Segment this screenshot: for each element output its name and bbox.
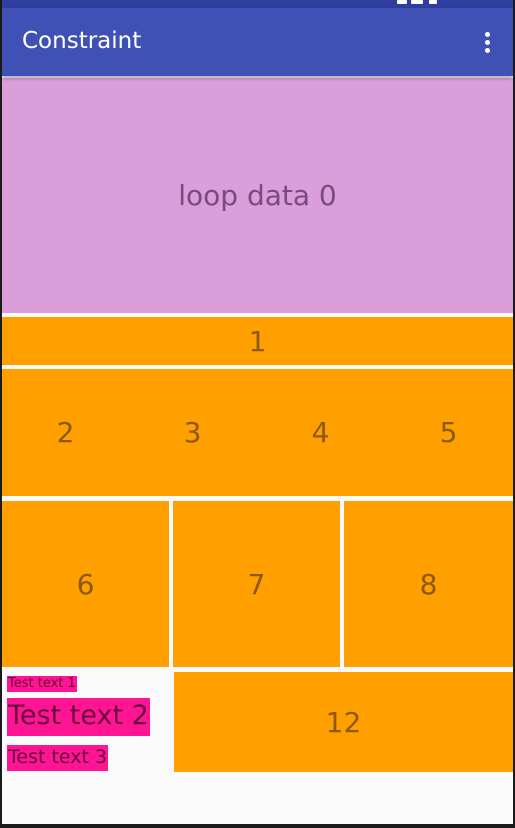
app-screen: Constraint loop data 0 1 2 3 4 5 6 7 8 T… [2, 0, 513, 828]
signal-icon [411, 0, 423, 4]
battery-icon [429, 0, 437, 4]
more-vert-icon[interactable] [477, 30, 497, 56]
test-text-3: Test text 3 [7, 745, 109, 771]
cell-8: 8 [344, 501, 513, 667]
wifi-icon [397, 0, 407, 4]
cell-4: 4 [257, 369, 384, 496]
loop-data-block: loop data 0 [2, 78, 513, 313]
cell-3: 3 [129, 369, 256, 496]
app-bar: Constraint [2, 8, 513, 76]
cell-1: 1 [2, 317, 513, 365]
cell-7-label: 7 [247, 567, 266, 601]
loop-data-label: loop data 0 [178, 179, 337, 212]
cell-5-label: 5 [439, 416, 458, 449]
row-2-to-5: 2 3 4 5 [2, 369, 513, 496]
cell-1-label: 1 [248, 324, 267, 358]
status-bar [2, 0, 513, 8]
test-text-1: Test text 1 [7, 676, 77, 692]
status-icons [397, 0, 451, 6]
cell-7: 7 [173, 501, 340, 667]
test-text-2: Test text 2 [7, 698, 150, 736]
cell-4-label: 4 [311, 416, 330, 449]
screen-frame-bottom [0, 824, 515, 828]
cell-8-label: 8 [419, 567, 438, 601]
cell-2: 2 [2, 369, 129, 496]
cell-3-label: 3 [183, 416, 202, 449]
cell-12: 12 [174, 672, 513, 772]
cell-12-label: 12 [325, 705, 362, 739]
cell-2-label: 2 [56, 416, 75, 449]
cell-5: 5 [385, 369, 512, 496]
app-title: Constraint [22, 28, 142, 54]
cell-6-label: 6 [76, 567, 95, 601]
cell-6: 6 [2, 501, 169, 667]
